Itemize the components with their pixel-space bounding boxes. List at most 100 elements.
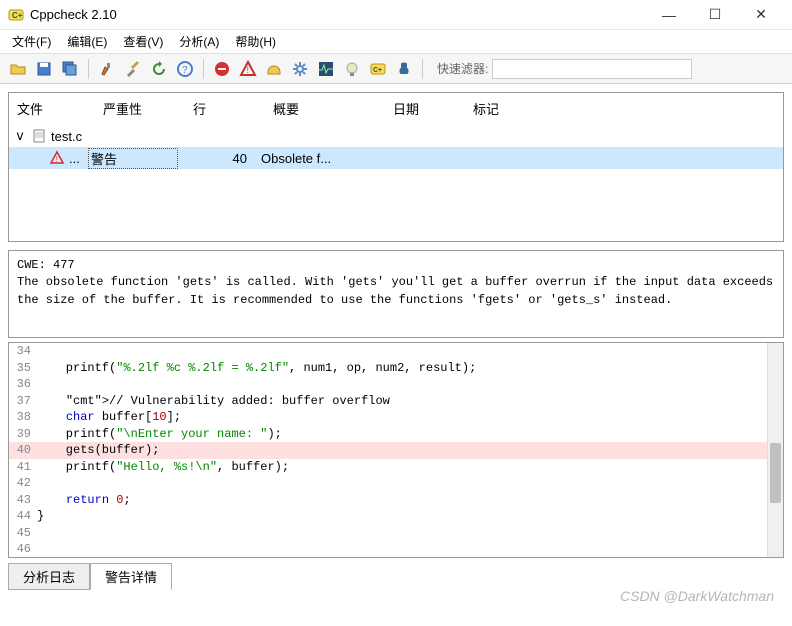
issue-severity: 警告 bbox=[89, 149, 177, 168]
line-number: 36 bbox=[9, 377, 37, 391]
col-tag[interactable]: 标记 bbox=[469, 97, 549, 120]
svg-text:?: ? bbox=[182, 65, 188, 76]
detail-panel: CWE: 477 The obsolete function 'gets' is… bbox=[8, 250, 784, 338]
code-text: printf("Hello, %s!\n", buffer); bbox=[37, 460, 289, 474]
issue-summary: Obsolete f... bbox=[257, 151, 783, 166]
bottom-tabs: 分析日志 警告详情 bbox=[8, 562, 784, 589]
col-file[interactable]: 文件 bbox=[9, 97, 99, 120]
code-text: "cmt">// Vulnerability added: buffer ove… bbox=[37, 394, 390, 408]
menu-view[interactable]: 查看(V) bbox=[115, 31, 171, 52]
line-number: 34 bbox=[9, 344, 37, 358]
menu-edit[interactable]: 编辑(E) bbox=[59, 31, 115, 52]
toolbar: ? ! C+ 快速滤器: bbox=[0, 54, 792, 84]
scroll-thumb[interactable] bbox=[770, 443, 781, 503]
scrollbar[interactable] bbox=[767, 343, 783, 557]
toolbar-separator bbox=[203, 59, 204, 79]
window-title: Cppcheck 2.10 bbox=[30, 7, 646, 22]
code-line[interactable]: 39 printf("\nEnter your name: "); bbox=[9, 426, 783, 443]
tree-file-row[interactable]: v test.c bbox=[9, 125, 783, 147]
titlebar: C+ Cppcheck 2.10 — ☐ ✕ bbox=[0, 0, 792, 30]
warning-icon[interactable]: ! bbox=[236, 57, 260, 81]
window-controls: — ☐ ✕ bbox=[646, 0, 784, 30]
maximize-button[interactable]: ☐ bbox=[692, 0, 738, 30]
issue-line: 40 bbox=[177, 151, 257, 166]
code-text: printf("%.2lf %c %.2lf = %.2lf", num1, o… bbox=[37, 361, 476, 375]
code-panel: 34 35 printf("%.2lf %c %.2lf = %.2lf", nu… bbox=[8, 342, 784, 558]
col-line[interactable]: 行 bbox=[189, 97, 269, 120]
file-name: test.c bbox=[51, 129, 82, 144]
gear-icon[interactable] bbox=[288, 57, 312, 81]
toolbar-separator bbox=[88, 59, 89, 79]
code-line[interactable]: 42 bbox=[9, 475, 783, 492]
file-icon bbox=[31, 128, 47, 144]
svg-text:!: ! bbox=[56, 155, 58, 164]
tab-analysis-log[interactable]: 分析日志 bbox=[8, 563, 90, 590]
line-number: 44 bbox=[9, 509, 37, 523]
stop-icon[interactable] bbox=[210, 57, 234, 81]
issue-ellipsis: ... bbox=[69, 151, 89, 166]
svg-text:C+: C+ bbox=[12, 11, 23, 20]
col-date[interactable]: 日期 bbox=[389, 97, 469, 120]
svg-text:!: ! bbox=[247, 65, 250, 75]
line-number: 40 bbox=[9, 443, 37, 457]
code-line[interactable]: 41 printf("Hello, %s!\n", buffer); bbox=[9, 459, 783, 476]
code-line[interactable]: 46 bbox=[9, 541, 783, 558]
code-text: char buffer[10]; bbox=[37, 410, 181, 424]
warning-triangle-icon: ! bbox=[49, 150, 65, 166]
cppcheck-icon[interactable]: C+ bbox=[366, 57, 390, 81]
quick-filter: 快速滤器: bbox=[437, 59, 692, 79]
expand-icon[interactable]: v bbox=[13, 129, 27, 144]
code-line[interactable]: 36 bbox=[9, 376, 783, 393]
help-icon[interactable]: ? bbox=[173, 57, 197, 81]
line-number: 38 bbox=[9, 410, 37, 424]
code-line[interactable]: 34 bbox=[9, 343, 783, 360]
addon-icon[interactable] bbox=[392, 57, 416, 81]
line-number: 43 bbox=[9, 493, 37, 507]
code-line[interactable]: 45 bbox=[9, 525, 783, 542]
code-line[interactable]: 37 "cmt">// Vulnerability added: buffer … bbox=[9, 393, 783, 410]
issues-tree: 文件 严重性 行 概要 日期 标记 v test.c ! ... 警告 40 O… bbox=[8, 92, 784, 242]
save-icon[interactable] bbox=[32, 57, 56, 81]
code-text: printf("\nEnter your name: "); bbox=[37, 427, 282, 441]
code-text: gets(buffer); bbox=[37, 443, 159, 457]
code-line[interactable]: 38 char buffer[10]; bbox=[9, 409, 783, 426]
line-number: 45 bbox=[9, 526, 37, 540]
minimize-button[interactable]: — bbox=[646, 0, 692, 30]
col-summary[interactable]: 概要 bbox=[269, 97, 389, 120]
menu-help[interactable]: 帮助(H) bbox=[227, 31, 284, 52]
line-number: 37 bbox=[9, 394, 37, 408]
watermark: CSDN @DarkWatchman bbox=[620, 588, 774, 604]
ecg-icon[interactable] bbox=[314, 57, 338, 81]
code-line[interactable]: 40 gets(buffer); bbox=[9, 442, 783, 459]
tree-body: v test.c ! ... 警告 40 Obsolete f... bbox=[9, 125, 783, 241]
line-number: 46 bbox=[9, 542, 37, 556]
close-button[interactable]: ✕ bbox=[738, 0, 784, 30]
menubar: 文件(F) 编辑(E) 查看(V) 分析(A) 帮助(H) bbox=[0, 30, 792, 54]
tab-warning-detail[interactable]: 警告详情 bbox=[90, 563, 172, 590]
line-number: 41 bbox=[9, 460, 37, 474]
tree-issue-row[interactable]: ! ... 警告 40 Obsolete f... bbox=[9, 147, 783, 169]
code-text: } bbox=[37, 509, 44, 523]
quick-filter-input[interactable] bbox=[492, 59, 692, 79]
code-text: return 0; bbox=[37, 493, 131, 507]
save-all-icon[interactable] bbox=[58, 57, 82, 81]
bulb-icon[interactable] bbox=[340, 57, 364, 81]
menu-file[interactable]: 文件(F) bbox=[4, 31, 59, 52]
refresh-icon[interactable] bbox=[147, 57, 171, 81]
menu-analyze[interactable]: 分析(A) bbox=[171, 31, 227, 52]
svg-text:C+: C+ bbox=[373, 67, 382, 74]
detail-cwe: CWE: 477 bbox=[17, 257, 775, 274]
line-number: 39 bbox=[9, 427, 37, 441]
code-line[interactable]: 35 printf("%.2lf %c %.2lf = %.2lf", num1… bbox=[9, 360, 783, 377]
code-line[interactable]: 44} bbox=[9, 508, 783, 525]
detail-message: The obsolete function 'gets' is called. … bbox=[17, 274, 775, 309]
code-line[interactable]: 43 return 0; bbox=[9, 492, 783, 509]
quick-filter-label: 快速滤器: bbox=[437, 60, 488, 77]
code-lines: 34 35 printf("%.2lf %c %.2lf = %.2lf", nu… bbox=[9, 343, 783, 558]
open-folder-icon[interactable] bbox=[6, 57, 30, 81]
line-number: 35 bbox=[9, 361, 37, 375]
brush-icon[interactable] bbox=[95, 57, 119, 81]
col-severity[interactable]: 严重性 bbox=[99, 97, 189, 120]
helmet-icon[interactable] bbox=[262, 57, 286, 81]
tools-icon[interactable] bbox=[121, 57, 145, 81]
